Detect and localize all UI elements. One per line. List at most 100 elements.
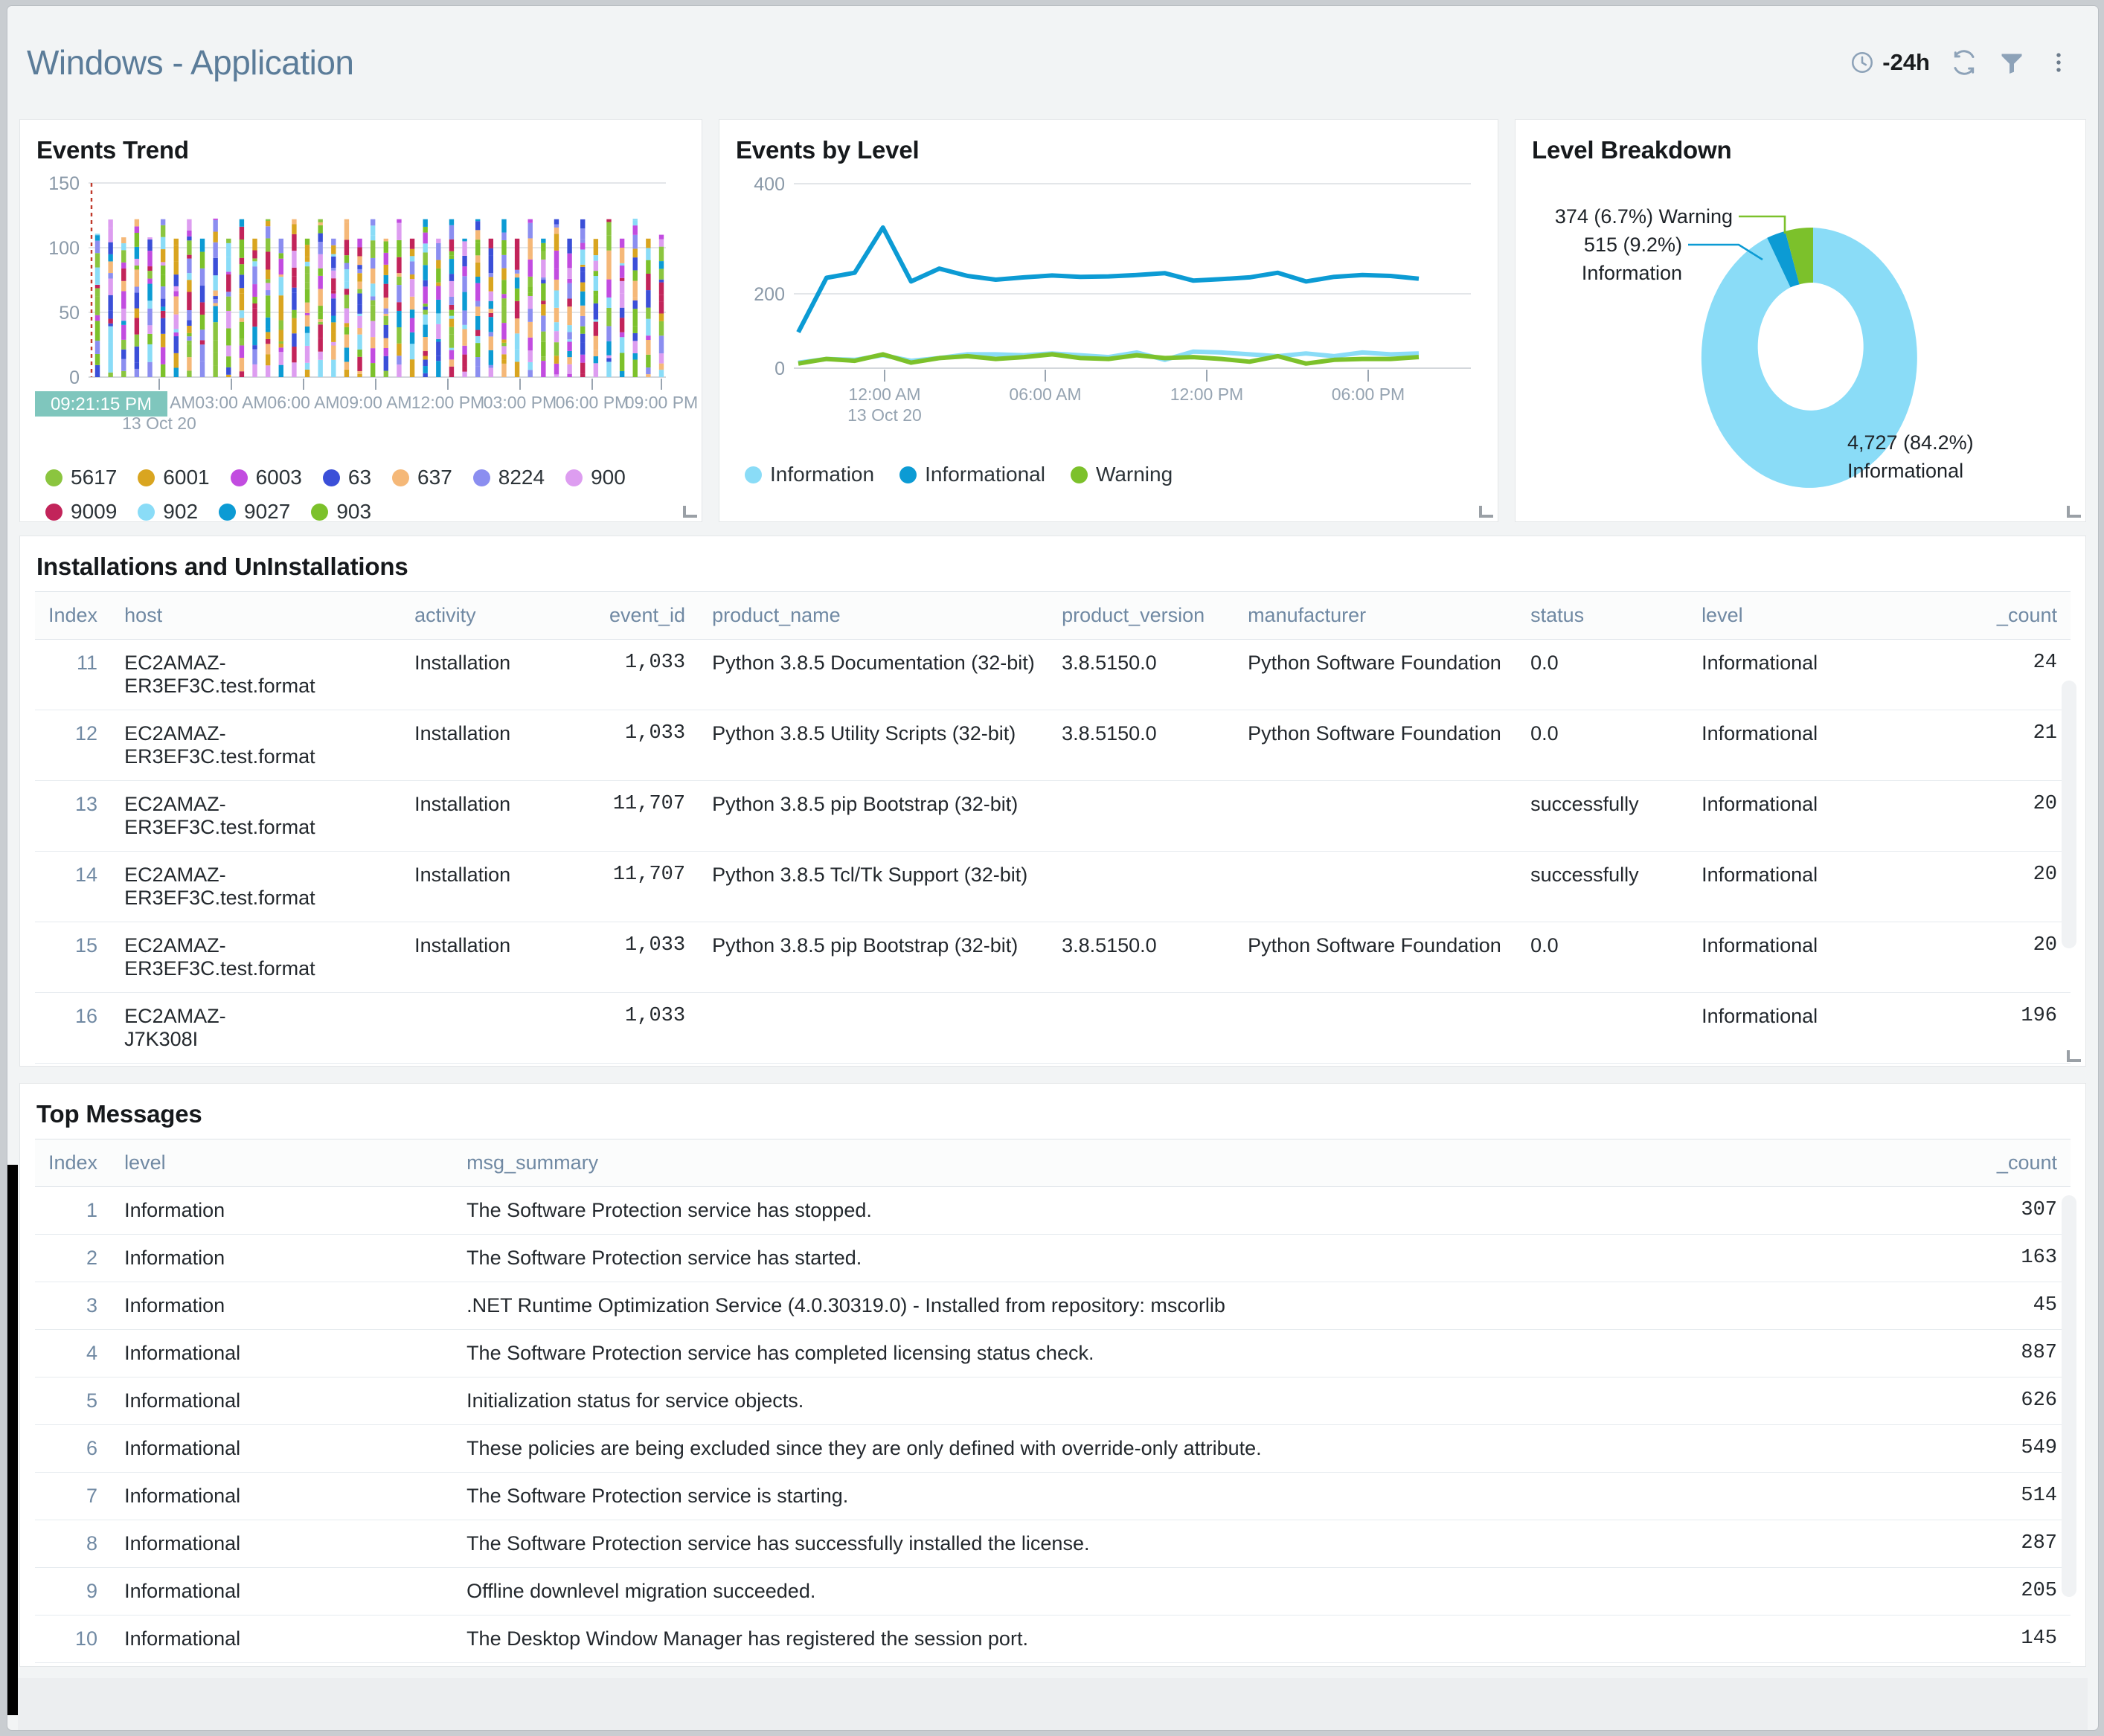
- table-row[interactable]: 12EC2AMAZ-ER3EF3C.test.formatInstallatio…: [35, 710, 2071, 781]
- trend-bar-segment: [371, 219, 375, 226]
- panel-resize-handle[interactable]: [2067, 1048, 2081, 1062]
- trend-bar-segment: [226, 274, 231, 292]
- trend-bar-segment: [449, 359, 454, 366]
- installations-scrollbar[interactable]: [2062, 681, 2076, 948]
- trend-bar-segment: [384, 316, 388, 325]
- trend-bar-segment: [147, 271, 152, 278]
- panel-resize-handle[interactable]: [1479, 504, 1493, 518]
- legend-item[interactable]: 63: [323, 466, 371, 489]
- trend-bar-segment: [462, 343, 466, 346]
- legend-label: 6003: [256, 466, 302, 489]
- time-range-picker[interactable]: -24h: [1850, 49, 1930, 76]
- table-row[interactable]: 17EC2AMAZ-J7K308I1,034Informational67: [35, 1064, 2071, 1067]
- trend-bar-segment: [213, 340, 217, 352]
- table-row[interactable]: 8InformationalThe Software Protection se…: [35, 1520, 2071, 1568]
- col-count[interactable]: _count: [1874, 592, 2071, 640]
- trend-bar-segment: [147, 266, 152, 271]
- table-row[interactable]: 1InformationThe Software Protection serv…: [35, 1187, 2071, 1235]
- trend-bar-segment: [135, 271, 139, 286]
- table-row[interactable]: 9InformationalOffline downlevel migratio…: [35, 1568, 2071, 1616]
- legend-item[interactable]: 9009: [45, 500, 117, 522]
- legend-item[interactable]: 903: [311, 500, 371, 522]
- col-host[interactable]: host: [111, 592, 401, 640]
- col-activity[interactable]: activity: [401, 592, 587, 640]
- trend-bar-segment: [475, 343, 480, 357]
- panel-resize-handle[interactable]: [683, 504, 697, 518]
- panel-resize-handle[interactable]: [2067, 504, 2081, 518]
- legend-item[interactable]: 900: [565, 466, 626, 489]
- more-vertical-icon[interactable]: [2046, 50, 2071, 75]
- col-event-id[interactable]: event_id: [587, 592, 699, 640]
- events-by-level-chart[interactable]: 400 200 0 12:00 AM 06:00 AM 12:00 PM 06:…: [719, 164, 1498, 454]
- trend-bar-segment: [318, 319, 322, 322]
- col-status[interactable]: status: [1517, 592, 1688, 640]
- table-row[interactable]: 13EC2AMAZ-ER3EF3C.test.formatInstallatio…: [35, 781, 2071, 852]
- table-row[interactable]: 11EC2AMAZ-ER3EF3C.test.formatInstallatio…: [35, 640, 2071, 710]
- trend-bar-segment: [554, 234, 559, 251]
- col-product-version[interactable]: product_version: [1048, 592, 1234, 640]
- legend-item[interactable]: 6003: [231, 466, 302, 489]
- legend-item[interactable]: Information: [745, 463, 874, 486]
- table-row[interactable]: 15EC2AMAZ-ER3EF3C.test.formatInstallatio…: [35, 922, 2071, 993]
- trend-bar-segment: [475, 263, 480, 277]
- trend-bar-segment: [423, 325, 428, 337]
- legend-item[interactable]: Informational: [899, 463, 1045, 486]
- refresh-icon[interactable]: [1951, 49, 1978, 76]
- level-breakdown-donut[interactable]: 374 (6.7%) Warning 515 (9.2%) Informatio…: [1516, 164, 2086, 514]
- table-row[interactable]: 10InformationalThe Desktop Window Manage…: [35, 1616, 2071, 1663]
- cell-level: Informational: [111, 1377, 453, 1425]
- col-count[interactable]: _count: [1899, 1139, 2071, 1187]
- trend-bar-segment: [410, 309, 414, 318]
- trend-bar-segment: [187, 344, 191, 357]
- trend-bar-segment: [371, 245, 375, 257]
- table-row[interactable]: 7InformationalThe Software Protection se…: [35, 1473, 2071, 1520]
- events-trend-chart[interactable]: 150 100 50 0: [20, 164, 702, 454]
- trend-bar-segment: [95, 253, 100, 267]
- trend-bar-segment: [580, 283, 585, 286]
- trend-bar-segment: [174, 286, 179, 292]
- filter-icon[interactable]: [1998, 49, 2025, 76]
- col-manufacturer[interactable]: manufacturer: [1234, 592, 1517, 640]
- legend-item[interactable]: Warning: [1071, 463, 1173, 486]
- top-messages-scrollbar[interactable]: [2062, 1195, 2076, 1597]
- table-row[interactable]: 4InformationalThe Software Protection se…: [35, 1330, 2071, 1377]
- legend-color-dot: [138, 504, 155, 521]
- trend-bar-segment: [659, 353, 664, 364]
- table-row[interactable]: 3Information.NET Runtime Optimization Se…: [35, 1282, 2071, 1330]
- trend-bar-segment: [121, 243, 126, 250]
- trend-bar-segment: [135, 259, 139, 266]
- table-row[interactable]: 11InformationalThe VSS service is shutti…: [35, 1663, 2071, 1668]
- table-row[interactable]: 6InformationalThese policies are being e…: [35, 1425, 2071, 1473]
- col-level[interactable]: level: [111, 1139, 453, 1187]
- legend-item[interactable]: 8224: [473, 466, 545, 489]
- col-index[interactable]: Index: [35, 1139, 111, 1187]
- table-row[interactable]: 16EC2AMAZ-J7K308I1,033Informational196: [35, 993, 2071, 1064]
- trend-bar-segment: [318, 312, 322, 319]
- cell-product-name: Python 3.8.5 Utility Scripts (32-bit): [699, 710, 1048, 781]
- table-row[interactable]: 2InformationThe Software Protection serv…: [35, 1235, 2071, 1282]
- col-msg-summary[interactable]: msg_summary: [453, 1139, 1899, 1187]
- legend-item[interactable]: 637: [392, 466, 452, 489]
- trend-bar-segment: [108, 373, 112, 377]
- trend-bar-segment: [226, 292, 231, 296]
- legend-item[interactable]: 9027: [219, 500, 290, 522]
- col-level[interactable]: level: [1688, 592, 1874, 640]
- trend-bar-segment: [121, 359, 126, 371]
- legend-item[interactable]: 902: [138, 500, 198, 522]
- callout-information-1: 515 (9.2%): [1584, 234, 1682, 256]
- trend-bar-segment: [475, 336, 480, 343]
- trend-bar-segment: [501, 354, 506, 359]
- legend-item[interactable]: 5617: [45, 466, 117, 489]
- trend-bar-segment: [475, 219, 480, 222]
- table-row[interactable]: 5InformationalInitialization status for …: [35, 1377, 2071, 1425]
- table-row[interactable]: 14EC2AMAZ-ER3EF3C.test.formatInstallatio…: [35, 852, 2071, 922]
- cell-index: 7: [35, 1473, 111, 1520]
- cell-host: EC2AMAZ-ER3EF3C.test.format: [111, 640, 401, 710]
- trend-bar-segment: [501, 255, 506, 269]
- panel-installations: Installations and UnInstallations Index …: [19, 536, 2086, 1067]
- legend-item[interactable]: 6001: [138, 466, 209, 489]
- col-product-name[interactable]: product_name: [699, 592, 1048, 640]
- left-edge-scrollbar[interactable]: [7, 1165, 18, 1715]
- cell-level: Informational: [1688, 781, 1874, 852]
- col-index[interactable]: Index: [35, 592, 111, 640]
